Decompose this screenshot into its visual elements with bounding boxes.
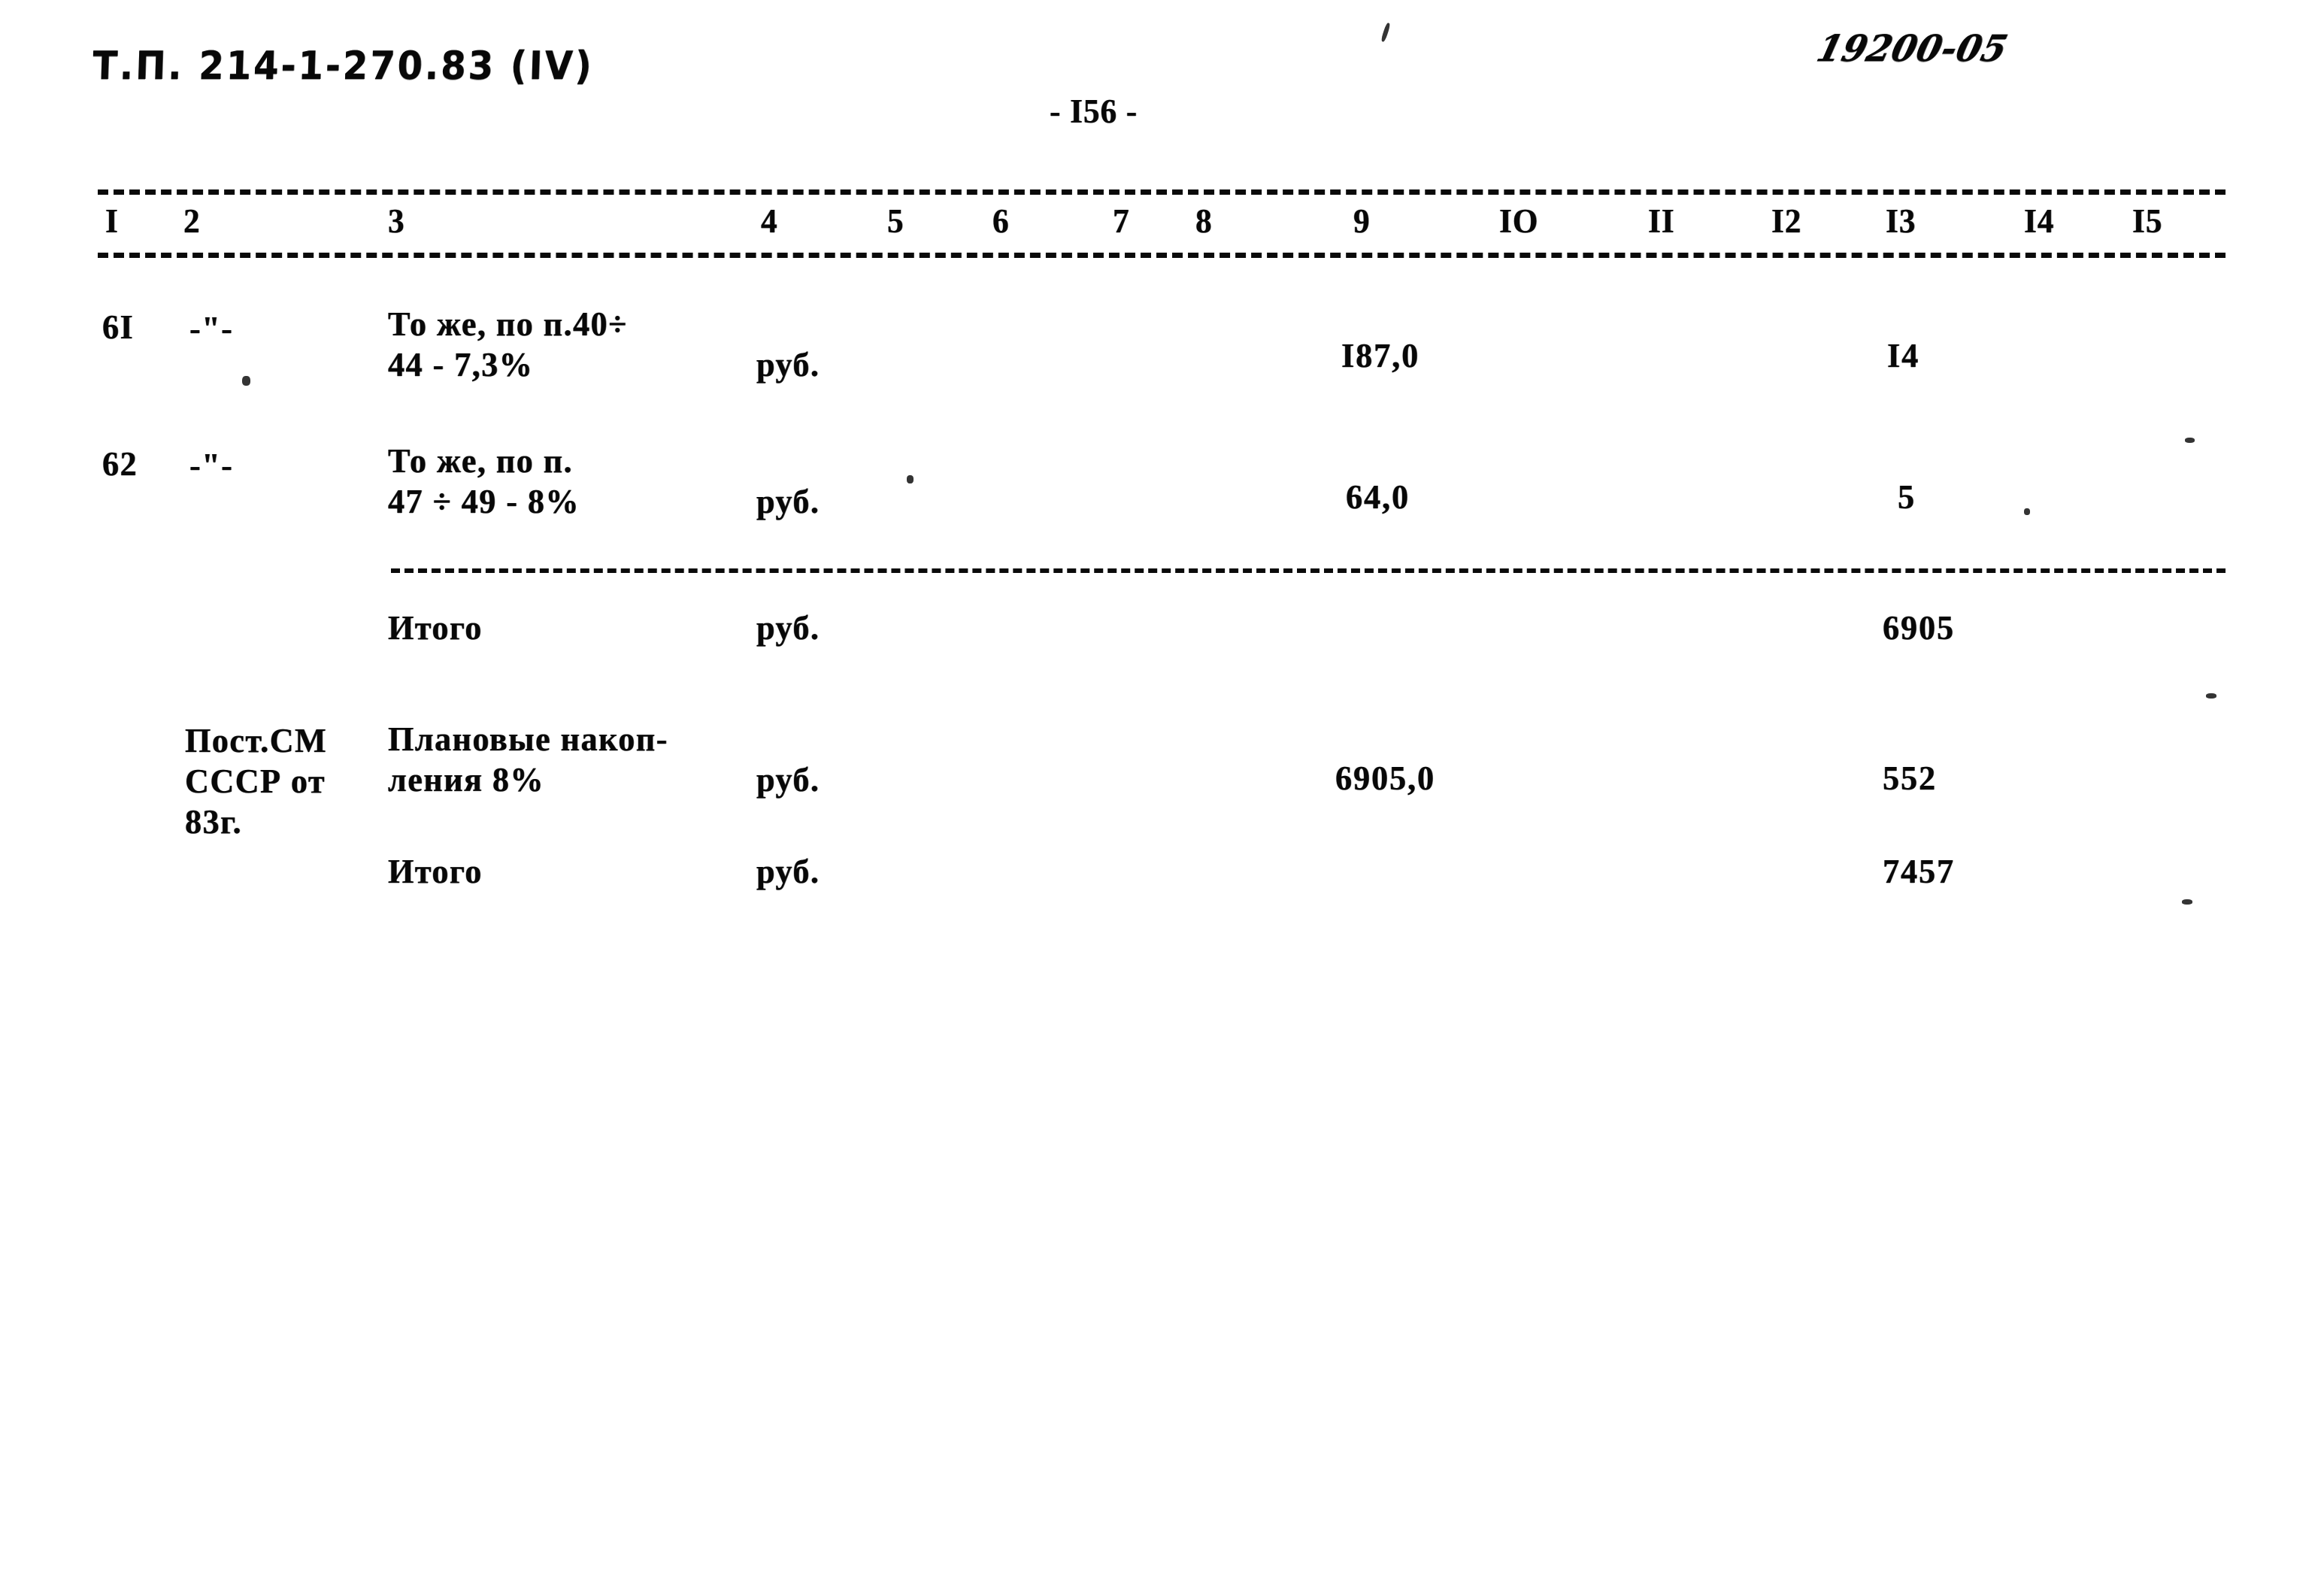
table-rule-under-header xyxy=(98,253,2226,258)
table-row-62-col9: 64,0 xyxy=(1346,477,1410,516)
grand-total-label: Итого xyxy=(388,852,483,890)
accumulation-row-name-line2: ления 8% xyxy=(388,760,544,799)
grand-total-col13: 7457 xyxy=(1883,852,1955,890)
table-row-61-basis: -"- xyxy=(189,309,234,347)
table-row-62-basis: -"- xyxy=(189,446,234,484)
table-rule-top xyxy=(98,189,2226,195)
column-header-2: 2 xyxy=(183,202,201,240)
table-row-61-name-line1: То же, по п.40÷ xyxy=(388,305,628,343)
accumulation-row-col13: 552 xyxy=(1883,759,1937,797)
scan-speckle xyxy=(1380,22,1391,43)
column-header-4: 4 xyxy=(761,202,778,240)
table-row-62-name-line2: 47 ÷ 49 - 8% xyxy=(388,482,580,520)
column-header-1: I xyxy=(105,202,119,240)
scanned-page: Т.П. 214-1-270.83 (IV) - I56 - 19200-05 … xyxy=(0,0,2324,1576)
subtotal-row-1-label: Итого xyxy=(388,608,483,647)
column-header-6: 6 xyxy=(992,202,1010,240)
column-header-9: 9 xyxy=(1353,202,1371,240)
column-header-14: I4 xyxy=(2024,202,2055,240)
page-number-marker: - I56 - xyxy=(1050,92,1138,130)
table-row-61-col9: I87,0 xyxy=(1341,336,1420,374)
scan-speckle xyxy=(2185,438,2195,443)
column-header-10: IO xyxy=(1499,202,1539,240)
table-row-62-name-line1: То же, по п. xyxy=(388,441,574,480)
column-header-8: 8 xyxy=(1195,202,1213,240)
accumulation-row-col9: 6905,0 xyxy=(1335,759,1435,797)
table-rule-before-subtotal xyxy=(391,568,2226,573)
column-header-3: 3 xyxy=(388,202,405,240)
table-row-61-unit: руб. xyxy=(756,345,820,383)
table-row-61-col13: I4 xyxy=(1887,336,1920,374)
scan-speckle xyxy=(2182,899,2192,905)
subtotal-row-1-unit: руб. xyxy=(756,608,820,647)
archive-number-handwritten: 19200-05 xyxy=(1812,26,2013,70)
project-code-header: Т.П. 214-1-270.83 (IV) xyxy=(92,43,595,89)
table-row-61-number: 6I xyxy=(102,308,135,346)
column-header-7: 7 xyxy=(1113,202,1130,240)
scan-speckle xyxy=(2206,693,2216,699)
scan-speckle xyxy=(242,376,250,386)
accumulation-row-unit: руб. xyxy=(756,760,820,799)
table-row-61-name-line2: 44 - 7,3% xyxy=(388,345,534,383)
column-header-11: II xyxy=(1648,202,1675,240)
column-header-5: 5 xyxy=(887,202,904,240)
column-header-13: I3 xyxy=(1886,202,1916,240)
table-row-62-number: 62 xyxy=(102,444,138,483)
accumulation-row-basis-line2: СССР от xyxy=(185,762,326,800)
subtotal-row-1-col13: 6905 xyxy=(1883,608,1955,647)
grand-total-unit: руб. xyxy=(756,852,820,890)
column-header-15: I5 xyxy=(2132,202,2163,240)
column-header-12: I2 xyxy=(1771,202,1802,240)
accumulation-row-name-line1: Плановые накоп- xyxy=(388,720,668,758)
scan-speckle xyxy=(907,475,914,483)
accumulation-row-basis-line1: Пост.СМ xyxy=(185,721,328,759)
accumulation-row-basis-line3: 83г. xyxy=(185,802,243,841)
table-row-62-unit: руб. xyxy=(756,482,820,520)
scan-speckle xyxy=(2024,508,2030,515)
table-row-62-col13: 5 xyxy=(1898,477,1916,516)
